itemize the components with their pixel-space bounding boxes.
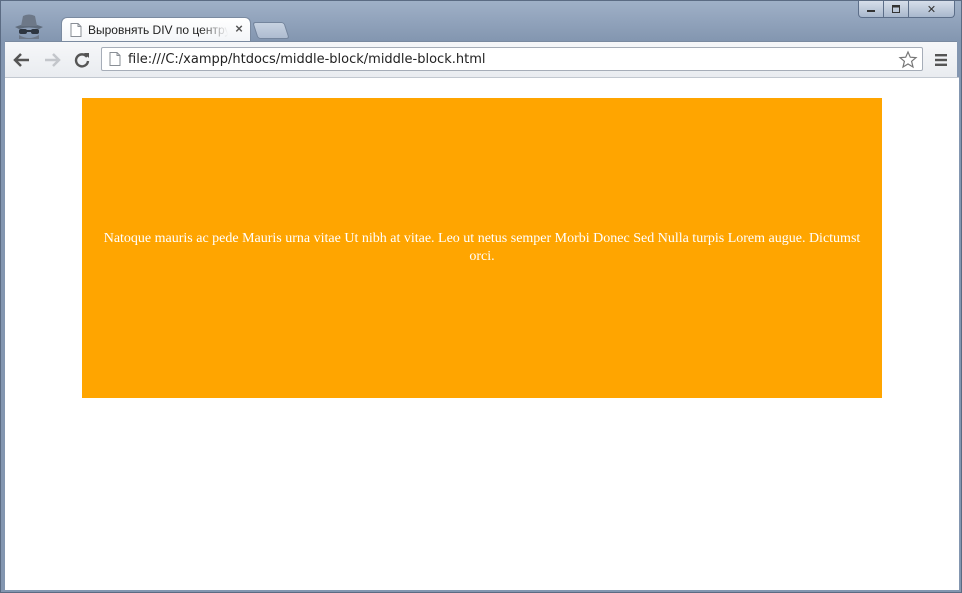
centered-block: Natoque mauris ac pede Mauris urna vitae… xyxy=(82,98,882,398)
tab-close-button[interactable]: × xyxy=(232,21,246,37)
window-controls: ✕ xyxy=(858,1,955,18)
browser-toolbar: file:///C:/xampp/htdocs/middle-block/mid… xyxy=(5,41,957,77)
new-tab-button[interactable] xyxy=(252,22,290,39)
forward-button[interactable] xyxy=(41,50,63,70)
page-viewport: Natoque mauris ac pede Mauris urna vitae… xyxy=(5,77,959,590)
restore-button[interactable] xyxy=(884,1,909,18)
bookmark-star-icon[interactable] xyxy=(898,50,918,70)
page-icon xyxy=(70,23,82,37)
block-text: Natoque mauris ac pede Mauris urna vitae… xyxy=(103,231,861,264)
reload-icon xyxy=(74,53,90,68)
restore-icon xyxy=(892,5,900,13)
minimize-icon xyxy=(867,10,875,12)
browser-window: Выровнять DIV по центру × ✕ file:///C:/x… xyxy=(0,0,962,593)
incognito-icon xyxy=(15,14,43,39)
url-text[interactable]: file:///C:/xampp/htdocs/middle-block/mid… xyxy=(128,51,485,69)
menu-icon[interactable] xyxy=(933,52,949,68)
page-icon xyxy=(109,52,121,66)
back-arrow-icon xyxy=(13,53,29,67)
reload-button[interactable] xyxy=(71,50,93,70)
close-window-button[interactable]: ✕ xyxy=(909,1,955,18)
tab-title: Выровнять DIV по центру xyxy=(88,23,228,37)
forward-arrow-icon xyxy=(45,53,61,67)
back-button[interactable] xyxy=(11,50,33,70)
minimize-button[interactable] xyxy=(858,1,884,18)
tab-active[interactable]: Выровнять DIV по центру × xyxy=(61,17,251,42)
address-bar[interactable]: file:///C:/xampp/htdocs/middle-block/mid… xyxy=(101,47,923,71)
close-icon: ✕ xyxy=(926,2,937,16)
